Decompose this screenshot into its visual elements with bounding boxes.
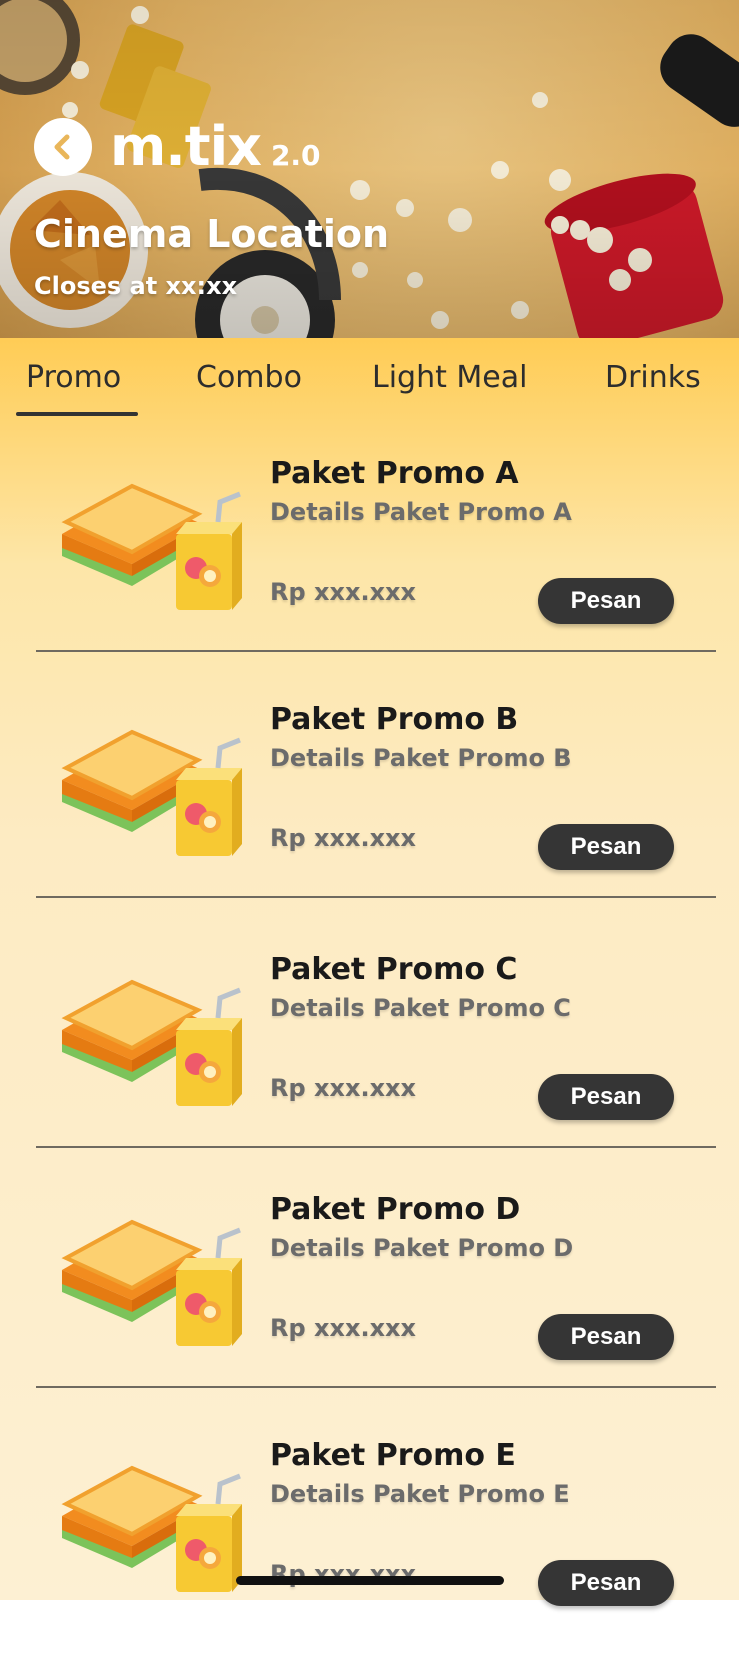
tab-light-meal[interactable]: Light Meal xyxy=(372,360,527,395)
item-details: Details Paket Promo D xyxy=(270,1234,574,1262)
chevron-left-icon xyxy=(54,134,70,160)
item-price: Rp xxx.xxx xyxy=(270,578,417,606)
cinema-location-title: Cinema Location xyxy=(34,212,390,256)
item-price: Rp xxx.xxx xyxy=(270,1074,417,1102)
item-price: Rp xxx.xxx xyxy=(270,824,417,852)
tab-promo[interactable]: Promo xyxy=(26,360,121,395)
item-name: Paket Promo D xyxy=(270,1192,521,1227)
item-divider xyxy=(36,896,716,898)
item-details: Details Paket Promo A xyxy=(270,498,572,526)
order-button[interactable]: Pesan xyxy=(538,1560,674,1606)
menu-item: Paket Promo C Details Paket Promo C Rp x… xyxy=(0,942,739,1188)
tab-combo[interactable]: Combo xyxy=(196,360,302,395)
back-button[interactable] xyxy=(34,118,92,176)
order-button[interactable]: Pesan xyxy=(538,824,674,870)
menu-item: Paket Promo B Details Paket Promo B Rp x… xyxy=(0,692,739,938)
tab-drinks[interactable]: Drinks xyxy=(605,360,701,395)
closing-time: Closes at xx:xx xyxy=(34,272,238,300)
category-tabs: Promo Combo Light Meal Drinks xyxy=(0,338,739,422)
item-details: Details Paket Promo B xyxy=(270,744,572,772)
sandwich-juice-icon xyxy=(61,1465,242,1592)
item-name: Paket Promo B xyxy=(270,702,519,737)
home-indicator[interactable] xyxy=(236,1576,504,1585)
item-divider xyxy=(36,1146,716,1148)
sandwich-juice-icon xyxy=(61,729,242,856)
order-button[interactable]: Pesan xyxy=(538,1074,674,1120)
menu-content: Promo Combo Light Meal Drinks Paket Prom… xyxy=(0,338,739,1606)
order-button[interactable]: Pesan xyxy=(538,1314,674,1360)
menu-item: Paket Promo E Details Paket Promo E Rp x… xyxy=(0,1428,739,1674)
item-price: Rp xxx.xxx xyxy=(270,1314,417,1342)
logo-text: m.tix xyxy=(110,115,262,178)
item-details: Details Paket Promo C xyxy=(270,994,571,1022)
header-row: m.tix 2.0 xyxy=(34,118,321,176)
item-name: Paket Promo A xyxy=(270,456,519,491)
sandwich-juice-icon xyxy=(61,1219,242,1346)
item-divider xyxy=(36,1386,716,1388)
item-divider xyxy=(36,650,716,652)
menu-item: Paket Promo D Details Paket Promo D Rp x… xyxy=(0,1182,739,1428)
active-tab-indicator xyxy=(16,412,138,416)
order-button[interactable]: Pesan xyxy=(538,578,674,624)
item-details: Details Paket Promo E xyxy=(270,1480,570,1508)
sandwich-juice-icon xyxy=(61,979,242,1106)
menu-item: Paket Promo A Details Paket Promo A Rp x… xyxy=(0,446,739,692)
sandwich-juice-icon xyxy=(61,483,242,610)
logo-version: 2.0 xyxy=(270,139,321,172)
item-name: Paket Promo E xyxy=(270,1438,516,1473)
app-logo: m.tix 2.0 xyxy=(110,120,321,174)
hero-banner: m.tix 2.0 Cinema Location Closes at xx:x… xyxy=(0,0,739,338)
item-name: Paket Promo C xyxy=(270,952,518,987)
